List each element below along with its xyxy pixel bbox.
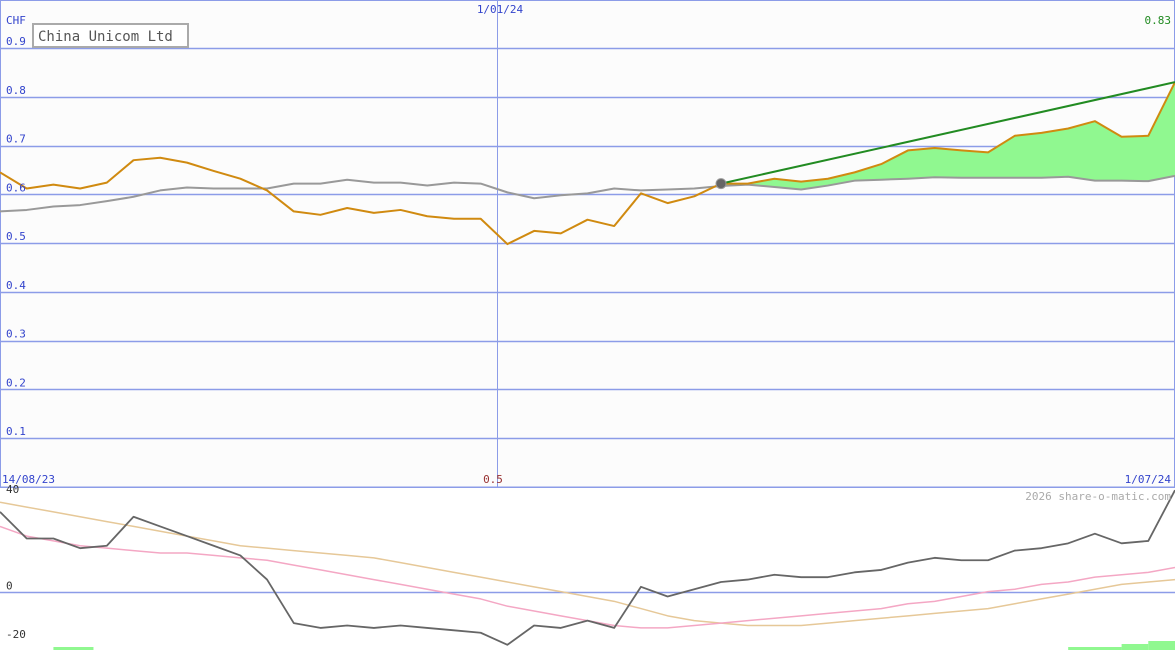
x-end-date-label: 1/07/24 [1125, 473, 1172, 486]
stock-chart: 0.1 0.2 0.3 0.4 0.5 0.6 0.7 0.8 0.9 CHF 0.83 1/0… [0, 0, 1175, 650]
indicator-grid [0, 488, 1175, 650]
x-mid-date-label: 1/01/24 [477, 3, 524, 16]
watermark: 2026 share-o-matic.com [1025, 490, 1171, 503]
price-tick-label: 0.9 [6, 35, 26, 48]
indicator-tick-label: 0 [6, 580, 13, 593]
last-value-label: 0.83 [1145, 14, 1172, 27]
indicator-panel-bg [0, 488, 1175, 650]
currency-label: CHF [6, 14, 26, 27]
price-tick-label: 0.8 [6, 84, 26, 97]
price-tick-label: 0.4 [6, 279, 26, 292]
indicator-tick-label: -20 [6, 628, 26, 641]
price-tick-label: 0.1 [6, 425, 26, 438]
volume-bar [1148, 641, 1175, 650]
price-tick-label: 0.2 [6, 376, 26, 389]
indicator-tick-label: 40 [6, 483, 19, 496]
price-tick-label: 0.6 [6, 181, 26, 194]
trend-start-marker [715, 178, 727, 190]
volume-bar [1121, 644, 1149, 650]
price-axis-labels: 0.1 0.2 0.3 0.4 0.5 0.6 0.7 0.8 0.9 [6, 35, 26, 438]
price-tick-label: 0.5 [6, 230, 26, 243]
price-tick-label: 0.3 [6, 328, 26, 341]
indicator-mid-label: 0.5 [483, 473, 503, 486]
chart-title: China Unicom Ltd [38, 29, 173, 45]
price-tick-label: 0.7 [6, 133, 26, 146]
